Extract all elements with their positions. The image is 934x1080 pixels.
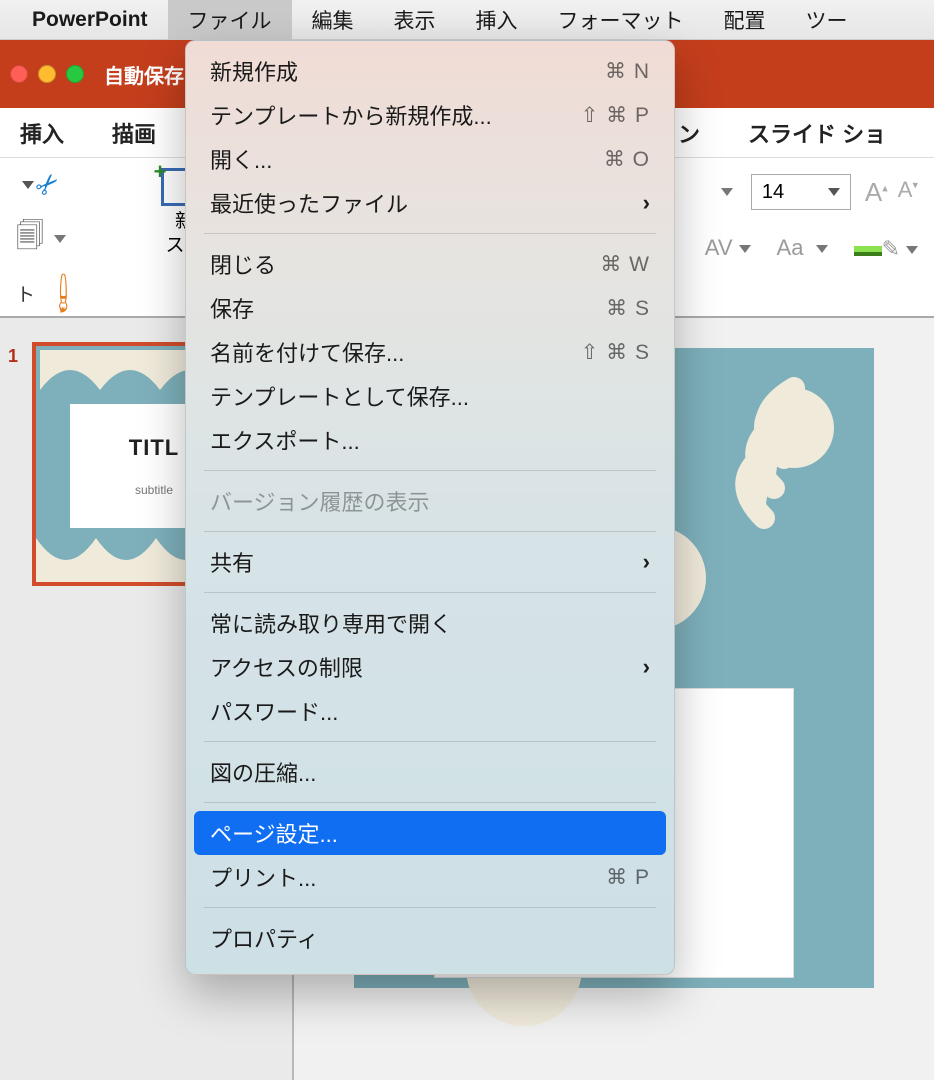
file-menu-save-as[interactable]: 名前を付けて保存... ⇧ ⌘ S [186,330,674,374]
change-case-icon[interactable]: Aa [777,235,828,261]
file-menu-open[interactable]: 開く... ⌘ O [186,137,674,181]
font-grow-icon[interactable]: A▴ [865,177,888,208]
system-menubar: PowerPoint ファイル 編集 表示 挿入 フォーマット 配置 ツー [0,0,934,40]
menu-view[interactable]: 表示 [374,0,456,40]
submenu-arrow-icon: › [643,654,650,680]
file-menu-dropdown: 新規作成 ⌘ N テンプレートから新規作成... ⇧ ⌘ P 開く... ⌘ O… [185,40,675,975]
shortcut-text: ⌘ N [605,59,650,84]
menu-separator [204,592,656,593]
format-painter-icon[interactable]: 🖌 [39,269,87,317]
file-menu-share[interactable]: 共有 › [186,540,674,584]
menu-separator [204,233,656,234]
menu-file[interactable]: ファイル [168,0,292,40]
font-size-dropdown[interactable]: 14 [751,174,851,210]
menu-edit[interactable]: 編集 [292,0,374,40]
submenu-arrow-icon: › [643,549,650,575]
menu-arrange[interactable]: 配置 [704,0,786,40]
file-menu-new-from-template[interactable]: テンプレートから新規作成... ⇧ ⌘ P [186,93,674,137]
file-menu-compress-pictures[interactable]: 図の圧縮... [186,750,674,794]
file-menu-close[interactable]: 閉じる ⌘ W [186,242,674,286]
file-menu-properties[interactable]: プロパティ [186,916,674,960]
menu-separator [204,802,656,803]
character-spacing-icon[interactable]: AV [705,235,751,261]
file-menu-version-history: バージョン履歴の表示 [186,479,674,523]
file-menu-export[interactable]: エクスポート... [186,418,674,462]
copy-dropdown-icon[interactable] [54,235,66,243]
font-face-dropdown-icon[interactable] [721,188,733,196]
file-menu-recent[interactable]: 最近使ったファイル › [186,181,674,225]
menu-format[interactable]: フォーマット [538,0,704,40]
menu-separator [204,470,656,471]
font-secondary-row: AV Aa ✎ [705,234,918,262]
ribbon-tab-insert[interactable]: 挿入 [20,117,64,149]
file-menu-print[interactable]: プリント... ⌘ P [186,855,674,899]
slide-thumb-number: 1 [8,346,18,367]
menu-separator [204,741,656,742]
file-menu-new[interactable]: 新規作成 ⌘ N [186,49,674,93]
file-menu-save-as-template[interactable]: テンプレートとして保存... [186,374,674,418]
file-menu-password[interactable]: パスワード... [186,689,674,733]
cut-icon[interactable]: ✂ [28,165,68,205]
ribbon-tab-draw[interactable]: 描画 [112,117,156,149]
app-name: PowerPoint [0,8,168,32]
autosave-label: 自動保存 [104,60,184,89]
menu-tools-truncated[interactable]: ツー [786,0,868,40]
paste-label-partial: ト [16,280,35,307]
file-menu-restrict-access[interactable]: アクセスの制限 › [186,645,674,689]
file-menu-save[interactable]: 保存 ⌘ S [186,286,674,330]
menu-separator [204,531,656,532]
window-maximize-button[interactable] [66,65,84,83]
font-controls: 14 A▴ A▾ [715,174,918,210]
menu-separator [204,907,656,908]
font-size-value: 14 [762,181,784,204]
font-grow-shrink: A▴ A▾ [865,177,918,208]
file-menu-open-readonly[interactable]: 常に読み取り専用で開く [186,601,674,645]
window-controls [10,65,104,83]
copy-icon[interactable]: 🗐 [16,215,44,263]
slide-title-text: TITL [129,435,179,461]
submenu-arrow-icon: › [643,190,650,216]
highlighter-icon[interactable]: ✎ [854,234,918,262]
font-shrink-icon[interactable]: A▾ [898,177,918,208]
menu-insert[interactable]: 挿入 [456,0,538,40]
window-close-button[interactable] [10,65,28,83]
file-menu-page-setup[interactable]: ページ設定... [194,811,666,855]
window-minimize-button[interactable] [38,65,56,83]
ribbon-tab-slideshow-partial[interactable]: スライド ショ [748,117,886,149]
slide-subtitle-text: subtitle [135,483,173,497]
